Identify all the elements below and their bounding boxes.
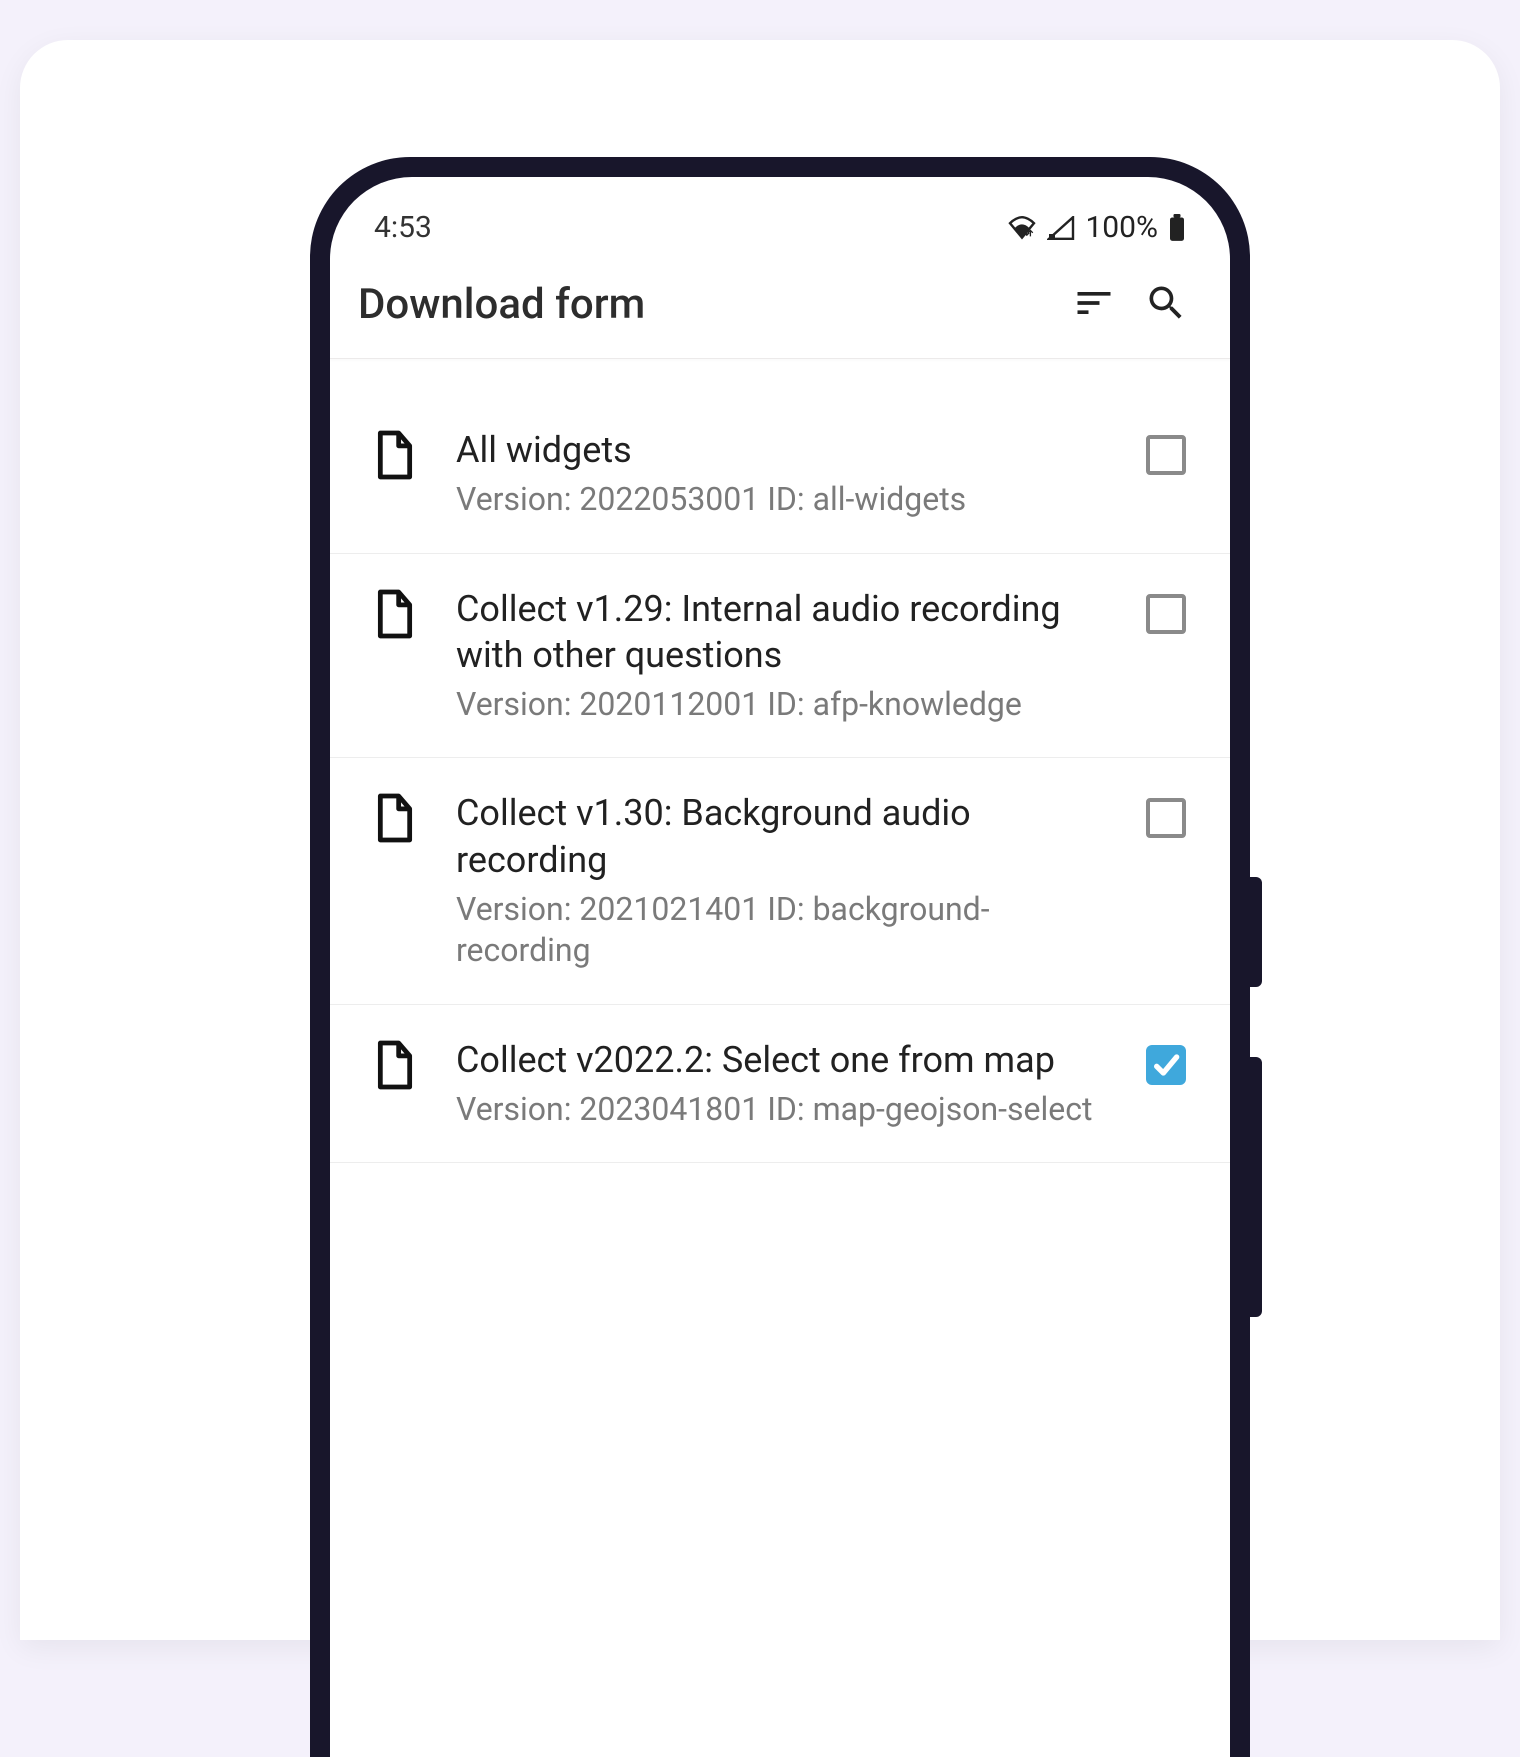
status-bar: 4:53 (330, 177, 1230, 251)
form-subtitle: Version: 2021021401 ID: background-recor… (456, 889, 1098, 972)
battery-icon (1168, 214, 1186, 242)
form-title: All widgets (456, 427, 1098, 473)
list-item-body: Collect v1.29: Internal audio recording … (456, 586, 1106, 726)
form-title: Collect v1.29: Internal audio recording … (456, 586, 1098, 678)
page-title: Download form (358, 280, 1058, 329)
search-button[interactable] (1130, 269, 1202, 341)
sort-button[interactable] (1058, 269, 1130, 341)
status-time: 4:53 (374, 210, 432, 245)
app-bar: Download form (330, 251, 1230, 359)
checkbox-wrap (1136, 427, 1196, 475)
phone-side-button (1248, 877, 1262, 987)
file-icon (364, 790, 426, 844)
phone-side-button (1248, 1057, 1262, 1317)
list-item[interactable]: Collect v1.29: Internal audio recording … (330, 554, 1230, 759)
checkbox-wrap (1136, 1037, 1196, 1085)
form-checkbox[interactable] (1146, 1045, 1186, 1085)
list-item-body: Collect v1.30: Background audio recordin… (456, 790, 1106, 971)
battery-text: 100% (1085, 210, 1158, 245)
checkbox-wrap (1136, 790, 1196, 838)
file-icon (364, 586, 426, 640)
form-title: Collect v1.30: Background audio recordin… (456, 790, 1098, 882)
form-title: Collect v2022.2: Select one from map (456, 1037, 1098, 1083)
form-checkbox[interactable] (1146, 594, 1186, 634)
form-checkbox[interactable] (1146, 798, 1186, 838)
signal-icon (1047, 216, 1075, 240)
form-list[interactable]: All widgets Version: 2022053001 ID: all-w… (330, 359, 1230, 1163)
list-item[interactable]: Collect v1.30: Background audio recordin… (330, 758, 1230, 1004)
form-subtitle: Version: 2020112001 ID: afp-knowledge (456, 684, 1098, 726)
list-item[interactable]: All widgets Version: 2022053001 ID: all-w… (330, 395, 1230, 554)
form-subtitle: Version: 2022053001 ID: all-widgets (456, 479, 1098, 521)
list-item-body: All widgets Version: 2022053001 ID: all-w… (456, 427, 1106, 521)
phone-frame: 4:53 (310, 157, 1250, 1757)
file-icon (364, 1037, 426, 1091)
checkbox-wrap (1136, 586, 1196, 634)
list-item-body: Collect v2022.2: Select one from map Vers… (456, 1037, 1106, 1131)
page-card: 4:53 (20, 40, 1500, 1640)
phone-screen: 4:53 (330, 177, 1230, 1757)
sort-icon (1072, 281, 1116, 329)
wifi-icon (1007, 216, 1037, 240)
search-icon (1144, 281, 1188, 329)
file-icon (364, 427, 426, 481)
form-subtitle: Version: 2023041801 ID: map-geojson-sele… (456, 1089, 1098, 1131)
list-item[interactable]: Collect v2022.2: Select one from map Vers… (330, 1005, 1230, 1164)
form-checkbox[interactable] (1146, 435, 1186, 475)
